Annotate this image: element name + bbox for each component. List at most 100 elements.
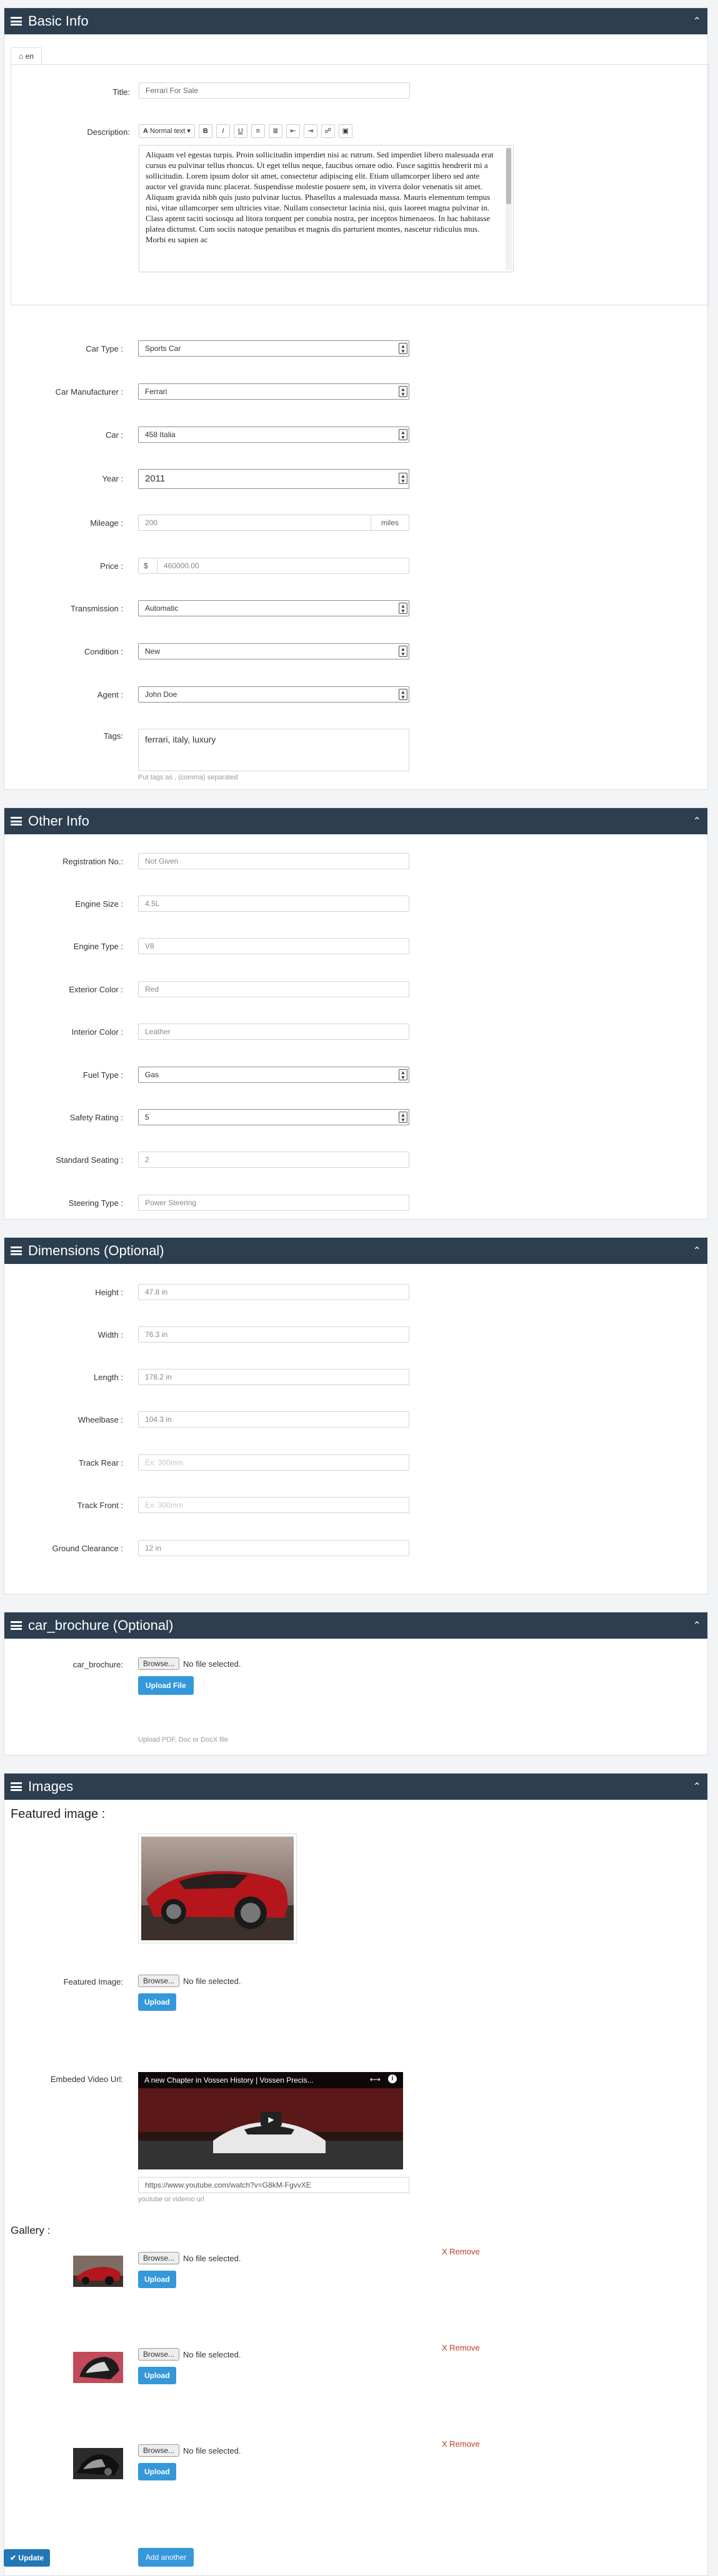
link-icon[interactable]: ☍	[321, 124, 335, 138]
year-select[interactable]: 2011 ▲ ▼	[138, 469, 409, 489]
car-photo	[141, 1837, 294, 1940]
format-select[interactable]: A Normal text ▾	[139, 124, 195, 138]
chevron-up-icon[interactable]: ⌃	[693, 1780, 701, 1793]
chevron-down-icon: ▲ ▼	[399, 429, 407, 440]
remove-link[interactable]: X Remove	[442, 2343, 480, 2352]
play-icon[interactable]: ▶	[261, 2112, 282, 2127]
dimensions-header[interactable]: Dimensions (Optional) ⌃	[4, 1238, 707, 1264]
condition-select[interactable]: New ▲ ▼	[138, 643, 409, 659]
manufacturer-select[interactable]: Ferrari ▲ ▼	[138, 383, 409, 400]
browse-button[interactable]: Browse...	[138, 2444, 180, 2457]
upload-file-button[interactable]: Upload File	[138, 1676, 194, 1695]
file-input[interactable]: Browse... No file selected.	[138, 2252, 409, 2264]
video-url-input[interactable]: https://www.youtube.com/watch?v=G8kM-Fgv…	[138, 2177, 409, 2193]
file-input[interactable]: Browse... No file selected.	[138, 2348, 409, 2361]
price-input[interactable]: 460000.00	[157, 558, 409, 574]
check-icon: ✔	[10, 2554, 17, 2562]
update-button[interactable]: ✔ Update	[4, 2549, 51, 2567]
editor-toolbar: A Normal text ▾ B I U ≡ ≣ ⇤ ⇥ ☍ ▣	[139, 122, 529, 140]
agent-select[interactable]: John Doe ▲ ▼	[138, 686, 409, 703]
file-input[interactable]: Browse... No file selected.	[138, 1657, 409, 1670]
description-textarea[interactable]: Aliquam vel egestas turpis. Proin sollic…	[139, 145, 514, 272]
images-header[interactable]: Images ⌃	[4, 1774, 707, 1800]
tab-label: en	[25, 52, 34, 61]
track-rear-input[interactable]: Ex: 300mm	[138, 1454, 409, 1471]
outdent-icon[interactable]: ⇤	[286, 124, 300, 138]
chevron-down-icon: ▲ ▼	[399, 343, 407, 354]
length-input[interactable]: 178.2 in	[138, 1369, 409, 1385]
browse-button[interactable]: Browse...	[138, 2348, 180, 2361]
gallery-item: Browse... No file selected. Upload X Rem…	[4, 2439, 707, 2519]
underline-button[interactable]: U	[233, 124, 247, 138]
other-info-header[interactable]: Other Info ⌃	[4, 808, 707, 834]
file-input[interactable]: Browse... No file selected.	[138, 2444, 409, 2457]
remove-link[interactable]: X Remove	[442, 2247, 480, 2256]
registration-input[interactable]: Not Given	[138, 853, 409, 869]
upload-button[interactable]: Upload	[138, 1993, 176, 2011]
mileage-input[interactable]: 200	[138, 515, 371, 531]
video-help: youtube or videmo url	[138, 2196, 204, 2203]
file-input[interactable]: Browse... No file selected.	[138, 1975, 409, 1987]
upload-button[interactable]: Upload	[138, 2463, 176, 2480]
basic-info-header[interactable]: Basic Info ⌃	[4, 8, 707, 34]
brochure-panel: car_brochure (Optional) ⌃ car_brochure: …	[4, 1612, 708, 1755]
no-file-text: No file selected.	[183, 1976, 241, 1986]
field-label: Wheelbase :	[77, 1415, 123, 1424]
scrollbar[interactable]	[506, 147, 512, 270]
car-type-select[interactable]: Sports Car ▲ ▼	[138, 340, 409, 357]
chevron-up-icon[interactable]: ⌃	[693, 815, 701, 827]
upload-button[interactable]: Upload	[138, 2367, 176, 2384]
share-icon[interactable]: ⟷	[370, 2075, 381, 2084]
browse-button[interactable]: Browse...	[138, 2252, 180, 2264]
chevron-down-icon: ▲ ▼	[399, 1112, 407, 1123]
width-input[interactable]: 76.3 in	[138, 1326, 409, 1343]
engine-type-input[interactable]: V8	[138, 938, 409, 954]
condition-label: Condition :	[84, 647, 123, 656]
chevron-down-icon: ▲ ▼	[399, 386, 407, 397]
transmission-select[interactable]: Automatic ▲ ▼	[138, 600, 409, 616]
seating-input[interactable]: 2	[138, 1152, 409, 1168]
steering-label: Steering Type :	[68, 1198, 123, 1208]
brochure-header[interactable]: car_brochure (Optional) ⌃	[4, 1612, 707, 1639]
interior-color-input[interactable]: Leather	[138, 1024, 409, 1040]
tags-textarea[interactable]: ferrari, italy, luxury	[138, 729, 409, 771]
fuel-label: Fuel Type :	[82, 1070, 123, 1080]
safety-select[interactable]: 5 ▲ ▼	[138, 1109, 409, 1125]
bullet-list-icon[interactable]: ≡	[251, 124, 265, 138]
tags-help: Put tags as , (comma) separated	[138, 774, 238, 781]
wheelbase-input[interactable]: 104.3 in	[138, 1411, 409, 1428]
chevron-up-icon[interactable]: ⌃	[693, 1619, 701, 1632]
height-input[interactable]: 47.8 in	[138, 1284, 409, 1300]
steering-input[interactable]: Power Steering	[138, 1195, 409, 1211]
image-icon[interactable]: ▣	[338, 124, 352, 138]
italic-button[interactable]: I	[216, 124, 230, 138]
bold-button[interactable]: B	[198, 124, 212, 138]
mileage-unit: miles	[371, 515, 409, 531]
update-label: Update	[18, 2554, 44, 2562]
price-group: $ 460000.00	[138, 558, 409, 574]
ground-clearance-input[interactable]: 12 in	[138, 1540, 409, 1556]
add-another-button[interactable]: Add another	[138, 2548, 194, 2567]
fuel-select[interactable]: Gas ▲ ▼	[138, 1067, 409, 1083]
tab-en[interactable]: ⌂ en	[11, 47, 42, 65]
chevron-down-icon: ▲ ▼	[399, 1069, 407, 1080]
upload-button[interactable]: Upload	[138, 2271, 176, 2288]
track-front-input[interactable]: Ex: 300mm	[138, 1497, 409, 1513]
transmission-label: Transmission :	[70, 604, 123, 613]
video-embed[interactable]: A new Chapter in Vossen History | Vossen…	[138, 2072, 403, 2169]
chevron-up-icon[interactable]: ⌃	[693, 15, 701, 27]
browse-button[interactable]: Browse...	[138, 1657, 180, 1670]
engine-size-input[interactable]: 4.5L	[138, 896, 409, 912]
price-label: Price :	[100, 561, 123, 571]
title-input[interactable]: Ferrari For Sale	[139, 82, 410, 99]
numbered-list-icon[interactable]: ≣	[268, 124, 282, 138]
indent-icon[interactable]: ⇥	[303, 124, 317, 138]
no-file-text: No file selected.	[183, 2445, 241, 2455]
language-tabs: ⌂ en Title: Ferrari For Sale Description…	[11, 47, 709, 305]
info-icon[interactable]: i	[388, 2075, 397, 2083]
remove-link[interactable]: X Remove	[442, 2439, 480, 2449]
browse-button[interactable]: Browse...	[138, 1975, 180, 1987]
car-select[interactable]: 458 Italia ▲ ▼	[138, 427, 409, 443]
chevron-up-icon[interactable]: ⌃	[693, 1245, 701, 1257]
exterior-color-input[interactable]: Red	[138, 981, 409, 997]
